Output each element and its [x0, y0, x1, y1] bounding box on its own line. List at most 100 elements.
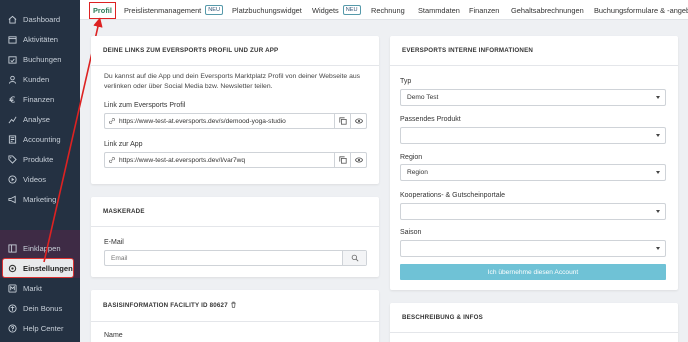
megaphone-icon	[8, 195, 17, 204]
tab-widgets[interactable]: Widgets NEU	[312, 0, 361, 20]
trash-icon[interactable]	[230, 301, 237, 310]
card-title: DEINE LINKS ZUM EVERSPORTS PROFIL UND ZU…	[91, 36, 379, 66]
sidebar-item-label: Analyse	[23, 114, 51, 124]
new-badge: NEU	[205, 5, 224, 15]
sidebar-item-label: Dein Bonus	[23, 303, 63, 313]
sidebar-item-dashboard[interactable]: Dashboard	[0, 9, 80, 29]
sidebar-item-label: Aktivitäten	[23, 34, 59, 44]
sidebar-item-dein-bonus[interactable]: Dein Bonus	[0, 298, 80, 318]
typ-label: Typ	[400, 78, 412, 85]
sidebar-item-label: Buchungen	[23, 54, 62, 64]
app-link-field[interactable]: https://www-test-at.eversports.dev/l/var…	[104, 152, 367, 168]
eye-icon[interactable]	[350, 153, 366, 167]
user-icon	[8, 75, 17, 84]
sidebar-item-analyse[interactable]: Analyse	[0, 109, 80, 129]
sidebar-item-kunden[interactable]: Kunden	[0, 69, 80, 89]
tab-label: Stammdaten	[418, 5, 460, 15]
chevron-down-icon	[656, 134, 660, 137]
tab-preislistenmanagement[interactable]: Preislistenmanagement NEU	[124, 0, 224, 20]
link-icon	[105, 117, 119, 125]
saison-label: Saison	[400, 229, 422, 236]
maskerade-card: MASKERADE E-Mail	[91, 197, 379, 277]
sidebar-item-markt[interactable]: Markt	[0, 278, 80, 298]
produkt-label: Passendes Produkt	[400, 116, 461, 123]
sidebar-item-aktivitaeten[interactable]: Aktivitäten	[0, 29, 80, 49]
card-title: BASISINFORMATION FACILITY ID 80627	[91, 290, 379, 322]
tab-platzbuchungswidget[interactable]: Platzbuchungswidget	[232, 0, 302, 20]
sidebar-item-label: Finanzen	[23, 94, 55, 104]
profile-link-label: Link zum Eversports Profil	[104, 102, 186, 109]
tab-buchungsformulare[interactable]: Buchungsformulare & -angebo	[594, 0, 688, 20]
link-icon	[105, 156, 119, 164]
typ-select[interactable]: Demo Test	[400, 89, 666, 106]
euro-icon	[8, 95, 17, 104]
tab-label: Preislistenmanagement	[124, 5, 202, 15]
tab-label: Platzbuchungswidget	[232, 5, 302, 15]
sidebar: Dashboard Aktivitäten Buchungen Kunden F…	[0, 0, 80, 342]
profile-link-field[interactable]: https://www-test-at.eversports.dev/s/dem…	[104, 113, 367, 129]
copy-icon[interactable]	[334, 114, 350, 128]
sidebar-item-marketing[interactable]: Marketing	[0, 189, 80, 209]
sidebar-item-label: Kunden	[23, 74, 50, 84]
name-label: Name	[104, 332, 123, 339]
sidebar-item-produkte[interactable]: Produkte	[0, 149, 80, 169]
tab-stammdaten[interactable]: Stammdaten	[418, 0, 460, 20]
tab-rechnung[interactable]: Rechnung	[371, 0, 405, 20]
help-icon	[8, 323, 17, 333]
koop-label: Kooperations- & Gutscheinportale	[400, 192, 506, 199]
region-select-value: Region	[407, 169, 428, 176]
basis-title-text: BASISINFORMATION FACILITY ID 80627	[103, 302, 228, 310]
bonus-icon	[8, 303, 17, 313]
links-card: DEINE LINKS ZUM EVERSPORTS PROFIL UND ZU…	[91, 36, 379, 184]
sidebar-item-einklappen[interactable]: Einklappen	[0, 238, 80, 258]
tab-finanzen[interactable]: Finanzen	[469, 0, 499, 20]
sidebar-item-videos[interactable]: Videos	[0, 169, 80, 189]
sidebar-item-label: Markt	[23, 283, 42, 293]
tab-label: Gehaltsabrechnungen	[511, 5, 584, 15]
calendar-icon	[8, 35, 17, 44]
sidebar-item-label: Einstellungen	[23, 263, 73, 273]
sidebar-item-einstellungen[interactable]: Einstellungen	[2, 258, 74, 278]
email-label: E-Mail	[104, 239, 124, 246]
internal-info-card: EVERSPORTS INTERNE INFORMATIONEN Typ Dem…	[390, 36, 678, 290]
sidebar-item-help-center[interactable]: Help Center	[0, 318, 80, 338]
card-title: MASKERADE	[91, 197, 379, 227]
market-icon	[8, 283, 17, 293]
gear-icon	[8, 264, 17, 273]
links-description: Du kannst auf die App und dein Eversport…	[104, 73, 361, 90]
typ-select-value: Demo Test	[407, 94, 439, 101]
sidebar-item-label: Accounting	[23, 134, 61, 144]
profile-link-value: https://www-test-at.eversports.dev/s/dem…	[119, 117, 286, 125]
email-input[interactable]	[105, 254, 342, 262]
tab-label: Profil	[93, 6, 112, 15]
sidebar-item-label: Produkte	[23, 154, 54, 164]
produkt-select[interactable]	[400, 127, 666, 144]
koop-select[interactable]	[400, 203, 666, 220]
collapse-icon	[8, 243, 17, 253]
app-link-label: Link zur App	[104, 141, 143, 148]
copy-icon[interactable]	[334, 153, 350, 167]
play-icon	[8, 174, 17, 184]
chevron-down-icon	[656, 247, 660, 250]
tab-gehaltsabrechnungen[interactable]: Gehaltsabrechnungen	[511, 0, 584, 20]
tab-profil[interactable]: Profil	[89, 2, 116, 19]
chart-icon	[8, 115, 17, 124]
booking-icon	[8, 55, 17, 64]
sidebar-item-buchungen[interactable]: Buchungen	[0, 49, 80, 69]
sidebar-item-accounting[interactable]: Accounting	[0, 129, 80, 149]
eye-icon[interactable]	[350, 114, 366, 128]
sidebar-item-finanzen[interactable]: Finanzen	[0, 89, 80, 109]
home-icon	[8, 15, 17, 24]
card-title: EVERSPORTS INTERNE INFORMATIONEN	[390, 36, 678, 66]
tab-label: Rechnung	[371, 5, 405, 15]
sidebar-item-label: Help Center	[23, 323, 64, 333]
tab-label: Widgets	[312, 5, 339, 15]
region-label: Region	[400, 154, 423, 161]
tag-icon	[8, 154, 17, 164]
take-over-account-button[interactable]: Ich übernehme diesen Account	[400, 264, 666, 280]
region-select[interactable]: Region	[400, 164, 666, 181]
search-icon[interactable]	[342, 251, 366, 265]
email-field[interactable]	[104, 250, 367, 266]
saison-select[interactable]	[400, 240, 666, 257]
sidebar-item-label: Videos	[23, 174, 47, 184]
